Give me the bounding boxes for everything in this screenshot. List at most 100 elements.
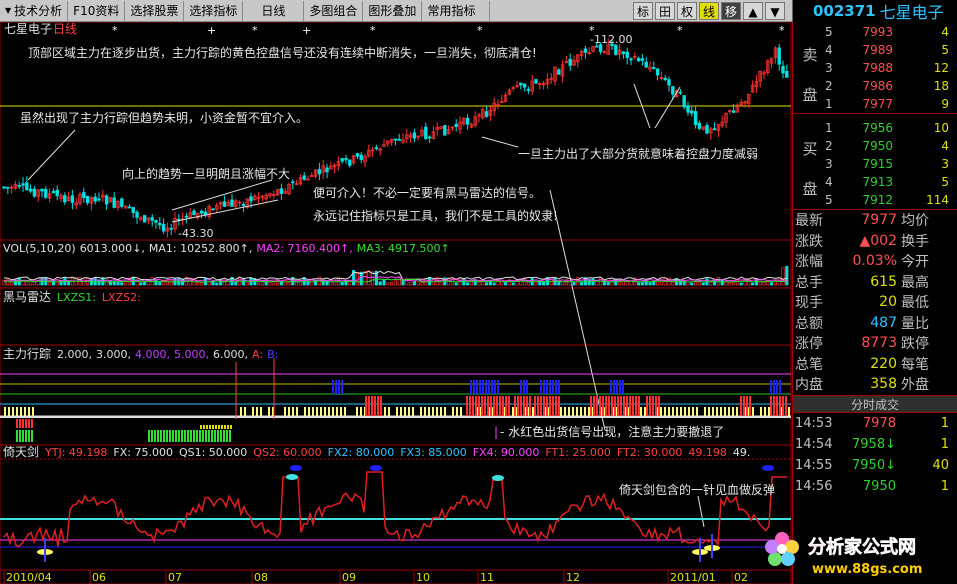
- common-indicators-button[interactable]: 常用指标: [422, 0, 491, 21]
- sword-top-mark: [370, 465, 382, 471]
- ask-row[interactable]: 3 7988 12: [793, 59, 957, 77]
- stat-label-right: 今开: [901, 254, 929, 271]
- track-yellow-bar: [308, 407, 310, 416]
- bid-row[interactable]: 3 7915 3: [793, 155, 957, 173]
- ask-row[interactable]: 1 7977 9: [793, 95, 957, 113]
- track-red-bar: [481, 396, 483, 416]
- track-green-bar: [223, 430, 225, 442]
- stat-label: 总手: [795, 274, 823, 291]
- sword-label: 倚天剑 YTJ: 49.198 FX: 75.000 QS1: 50.000 QS2: …: [3, 444, 750, 459]
- ticks-title[interactable]: 分时成交: [793, 394, 957, 413]
- stock-name: 七星电子: [879, 3, 944, 22]
- candle-body: [325, 167, 329, 173]
- f10-button[interactable]: F10资料: [68, 0, 126, 21]
- scroll-down-button[interactable]: ▼: [765, 1, 785, 20]
- candle-body: [443, 125, 447, 136]
- candle-body: [374, 147, 379, 150]
- track-red-bar: [496, 396, 498, 416]
- track-label: 主力行踪 2.000, 3.000, 4.000, 5.000, 6.000, A: B:: [3, 347, 278, 361]
- multi-chart-button[interactable]: 多图组合: [304, 0, 364, 21]
- bid-volume: 3: [941, 157, 949, 171]
- candle-body: [522, 83, 527, 88]
- track-red-bar: [655, 396, 657, 416]
- mode-move-button[interactable]: 移: [721, 1, 741, 20]
- candle-body: [291, 181, 295, 184]
- track-blue-bar: [770, 380, 772, 394]
- track-yellow-bar: [396, 407, 398, 416]
- candle-body: [697, 122, 702, 129]
- track-red-bar: [25, 419, 27, 428]
- ask-row[interactable]: 2 7986 18: [793, 77, 957, 95]
- track-blue-bar: [473, 380, 475, 394]
- mode-mark-button[interactable]: 标: [633, 1, 653, 20]
- volume-bar: [640, 281, 644, 286]
- track-blue-bar: [526, 380, 528, 394]
- track-red-bar: [623, 396, 625, 416]
- candle-body: [484, 111, 489, 117]
- track-red-bar: [552, 396, 554, 416]
- track-yellow-bar: [660, 407, 662, 416]
- track-green-bar: [220, 430, 222, 442]
- candle-body: [636, 58, 641, 62]
- track-yellow-bar: [696, 407, 698, 416]
- chart-area[interactable]: 七星电子 日线 * * * * * * *+ + -112.00 -43.30 顶部区域主力在…: [0, 22, 792, 584]
- mode-grid-button[interactable]: 田: [655, 1, 675, 20]
- x-axis-label: 2011/01: [670, 571, 716, 584]
- ask-row[interactable]: 5 7993 4: [793, 23, 957, 41]
- bid-row[interactable]: 4 7913 5: [793, 173, 957, 191]
- volume-bar: [728, 282, 732, 286]
- track-blue-bar: [338, 380, 340, 394]
- track-red-bar: [605, 396, 607, 416]
- track-green-bar: [187, 430, 189, 442]
- track-red-bar: [629, 396, 631, 416]
- track-yellow-bar: [684, 407, 686, 416]
- track-red-bar: [374, 396, 376, 416]
- volume-bar: [390, 281, 394, 286]
- track-yellow-bar: [224, 425, 226, 429]
- scroll-up-button[interactable]: ▲: [743, 1, 763, 20]
- quote-panel: 卖 盘 5 7993 4 4 7989 5 3 7988 12 2 7986 18 1 7977 9 买 盘…: [792, 22, 957, 584]
- stat-label-right: 最低: [901, 295, 929, 312]
- annotation-top: 顶部区域主力在逐步出货，主力行踪的黄色控盘信号还没有连续中断消失，一旦消失，彻底…: [28, 45, 537, 60]
- ask-row[interactable]: 4 7989 5: [793, 41, 957, 59]
- track-red-bar: [590, 396, 592, 416]
- volume-bar: [694, 281, 698, 286]
- track-red-bar: [16, 419, 18, 428]
- ask-price: 7986: [862, 79, 893, 93]
- track-yellow-bar: [712, 407, 714, 416]
- candle-body: [454, 123, 458, 127]
- stat-value: ▲002: [859, 232, 898, 249]
- volume-bar: [606, 282, 610, 286]
- track-red-bar: [490, 396, 492, 416]
- track-green-bar: [199, 430, 201, 442]
- daily-period-button[interactable]: 日线: [243, 0, 305, 21]
- x-axis-label: 06: [92, 571, 106, 584]
- candle-body: [629, 58, 633, 61]
- bid-row[interactable]: 5 7912 114: [793, 191, 957, 209]
- volume-bar: [773, 280, 777, 286]
- bid-row[interactable]: 1 7956 10: [793, 119, 957, 137]
- volume-bar: [355, 272, 359, 286]
- tech-analysis-button[interactable]: ▼ 技术分析: [0, 0, 69, 21]
- volume-bars: [2, 266, 789, 286]
- sword-top-mark: [492, 475, 504, 481]
- select-stock-button[interactable]: 选择股票: [125, 0, 185, 21]
- track-red-bar: [555, 396, 557, 416]
- select-indicator-button[interactable]: 选择指标: [184, 0, 244, 21]
- volume-bar: [412, 280, 416, 286]
- volume-bar: [485, 282, 489, 286]
- ask-volume: 4: [941, 25, 949, 39]
- tick-price: 7950↓: [852, 457, 896, 473]
- volume-bar: [386, 282, 390, 286]
- track-yellow-bar: [752, 407, 754, 416]
- mode-rights-button[interactable]: 权: [677, 1, 697, 20]
- bid-row[interactable]: 2 7950 4: [793, 137, 957, 155]
- overlay-button[interactable]: 图形叠加: [363, 0, 423, 21]
- candlesticks: [2, 38, 789, 238]
- candle-body: [340, 158, 344, 162]
- candle-body: [241, 203, 246, 206]
- volume-bar: [709, 282, 713, 286]
- track-yellow-bar: [428, 407, 430, 416]
- mode-line-button[interactable]: 线: [699, 1, 719, 20]
- bid-price: 7915: [862, 157, 893, 171]
